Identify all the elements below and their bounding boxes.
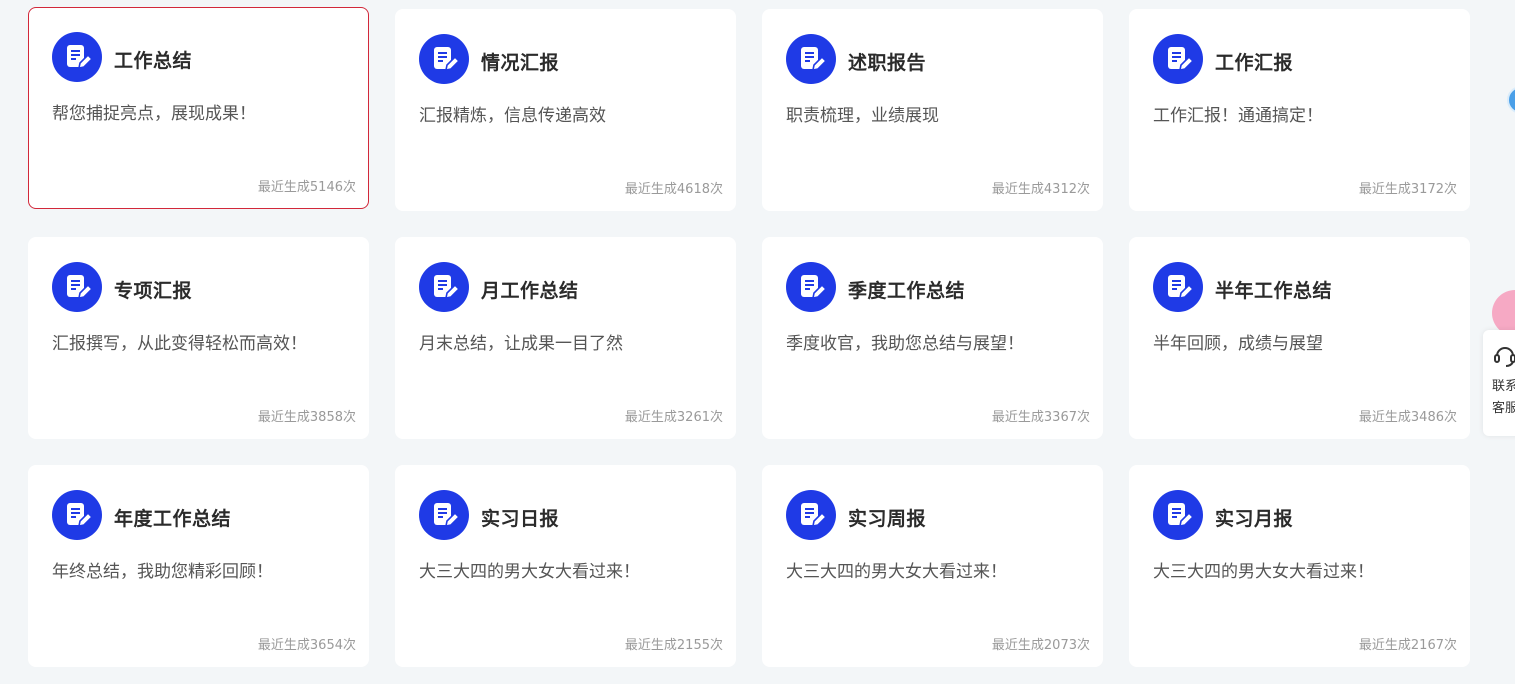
template-grid: 工作总结 帮您捕捉亮点，展现成果！ 最近生成5146次 情况汇报 汇报精炼，信息…: [28, 7, 1470, 667]
template-card-3[interactable]: 述职报告 职责梳理，业绩展现 最近生成4312次: [762, 9, 1103, 211]
template-card-10[interactable]: 实习日报 大三大四的男大女大看过来！ 最近生成2155次: [395, 465, 736, 667]
card-title: 述职报告: [848, 52, 927, 74]
card-usage-count: 最近生成2073次: [991, 638, 1090, 653]
document-edit-icon: [786, 490, 836, 540]
card-title: 半年工作总结: [1215, 280, 1333, 302]
template-card-9[interactable]: 年度工作总结 年终总结，我助您精彩回顾！ 最近生成3654次: [28, 465, 369, 667]
card-title: 实习周报: [848, 508, 927, 530]
document-edit-icon: [419, 34, 469, 84]
card-title: 工作总结: [114, 50, 193, 72]
card-title: 年度工作总结: [114, 508, 232, 530]
customer-service-widget[interactable]: 联系客服: [1483, 330, 1515, 436]
template-card-6[interactable]: 月工作总结 月末总结，让成果一目了然 最近生成3261次: [395, 237, 736, 439]
card-usage-count: 最近生成3367次: [991, 410, 1090, 425]
document-edit-icon: [419, 262, 469, 312]
template-card-11[interactable]: 实习周报 大三大四的男大女大看过来！ 最近生成2073次: [762, 465, 1103, 667]
template-card-8[interactable]: 半年工作总结 半年回顾，成绩与展望 最近生成3486次: [1129, 237, 1470, 439]
card-description: 大三大四的男大女大看过来！: [786, 562, 1007, 582]
card-usage-count: 最近生成3486次: [1358, 410, 1457, 425]
card-description: 大三大四的男大女大看过来！: [419, 562, 640, 582]
template-card-2[interactable]: 情况汇报 汇报精炼，信息传递高效 最近生成4618次: [395, 9, 736, 211]
card-title: 实习日报: [481, 508, 560, 530]
template-card-4[interactable]: 工作汇报 工作汇报！通通搞定！ 最近生成3172次: [1129, 9, 1470, 211]
card-usage-count: 最近生成5146次: [257, 180, 356, 195]
document-edit-icon: [419, 490, 469, 540]
card-usage-count: 最近生成2155次: [624, 638, 723, 653]
card-title: 情况汇报: [481, 52, 560, 74]
template-card-1[interactable]: 工作总结 帮您捕捉亮点，展现成果！ 最近生成5146次: [28, 7, 369, 209]
card-usage-count: 最近生成3261次: [624, 410, 723, 425]
card-description: 职责梳理，业绩展现: [786, 106, 939, 126]
document-edit-icon: [52, 490, 102, 540]
document-edit-icon: [786, 262, 836, 312]
card-description: 年终总结，我助您精彩回顾！: [52, 562, 273, 582]
card-title: 季度工作总结: [848, 280, 966, 302]
customer-service-label: 联系客服: [1492, 379, 1515, 416]
card-description: 汇报撰写，从此变得轻松而高效！: [52, 334, 307, 354]
card-usage-count: 最近生成3654次: [257, 638, 356, 653]
template-card-5[interactable]: 专项汇报 汇报撰写，从此变得轻松而高效！ 最近生成3858次: [28, 237, 369, 439]
document-edit-icon: [52, 262, 102, 312]
template-card-12[interactable]: 实习月报 大三大四的男大女大看过来！ 最近生成2167次: [1129, 465, 1470, 667]
document-edit-icon: [1153, 34, 1203, 84]
card-usage-count: 最近生成4312次: [991, 182, 1090, 197]
floating-helper-button[interactable]: [1507, 86, 1515, 114]
template-card-7[interactable]: 季度工作总结 季度收官，我助您总结与展望！ 最近生成3367次: [762, 237, 1103, 439]
card-description: 大三大四的男大女大看过来！: [1153, 562, 1374, 582]
card-title: 专项汇报: [114, 280, 193, 302]
card-title: 月工作总结: [481, 280, 579, 302]
document-edit-icon: [52, 32, 102, 82]
card-description: 月末总结，让成果一目了然: [419, 334, 623, 354]
card-description: 半年回顾，成绩与展望: [1153, 334, 1323, 354]
document-edit-icon: [786, 34, 836, 84]
card-usage-count: 最近生成2167次: [1358, 638, 1457, 653]
card-description: 季度收官，我助您总结与展望！: [786, 334, 1024, 354]
card-title: 工作汇报: [1215, 52, 1294, 74]
card-description: 工作汇报！通通搞定！: [1153, 106, 1323, 126]
card-title: 实习月报: [1215, 508, 1294, 530]
card-description: 汇报精炼，信息传递高效: [419, 106, 606, 126]
card-description: 帮您捕捉亮点，展现成果！: [52, 104, 256, 124]
card-usage-count: 最近生成4618次: [624, 182, 723, 197]
card-usage-count: 最近生成3858次: [257, 410, 356, 425]
card-usage-count: 最近生成3172次: [1358, 182, 1457, 197]
document-edit-icon: [1153, 262, 1203, 312]
document-edit-icon: [1153, 490, 1203, 540]
headset-icon: [1492, 342, 1515, 372]
